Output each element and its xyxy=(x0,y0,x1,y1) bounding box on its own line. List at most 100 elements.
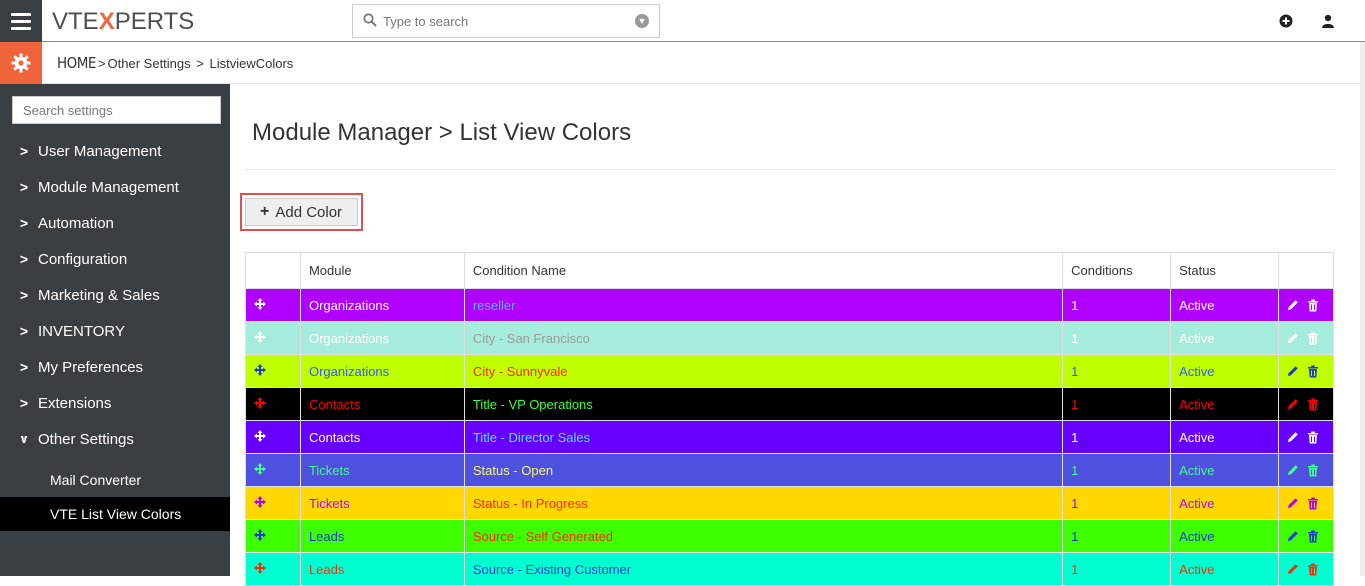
settings-search-input[interactable]: Search settings xyxy=(12,96,221,124)
status-cell: Active xyxy=(1170,486,1279,520)
sidebar-item-extensions[interactable]: > Extensions xyxy=(0,385,230,421)
table-row[interactable]: Tickets Status - In Progress 1 Active xyxy=(245,486,1335,520)
move-icon[interactable] xyxy=(254,330,266,343)
delete-icon[interactable] xyxy=(1307,365,1319,378)
conditions-count-cell: 1 xyxy=(1062,387,1172,421)
edit-icon[interactable] xyxy=(1287,563,1299,575)
status-cell: Active xyxy=(1170,420,1279,454)
column-header-module: Module xyxy=(299,252,465,289)
move-icon[interactable] xyxy=(254,429,266,442)
condition-name-cell: Title - Director Sales xyxy=(463,420,1064,454)
sidebar-item-marketing-sales[interactable]: > Marketing & Sales xyxy=(0,277,230,313)
module-cell: Contacts xyxy=(299,420,465,454)
delete-icon[interactable] xyxy=(1307,299,1319,312)
move-icon[interactable] xyxy=(254,396,266,409)
chevron-right-icon: > xyxy=(19,179,29,195)
move-icon[interactable] xyxy=(254,297,266,310)
breadcrumb-other-settings[interactable]: Other Settings xyxy=(108,56,191,71)
logo[interactable]: VTEXPERTS xyxy=(52,8,194,36)
conditions-count-cell: 1 xyxy=(1062,420,1172,454)
status-cell: Active xyxy=(1170,321,1279,355)
chevron-down-icon[interactable]: ▼ xyxy=(635,14,649,28)
sidebar-item-configuration[interactable]: > Configuration xyxy=(0,241,230,277)
drag-handle-cell xyxy=(245,354,301,388)
move-icon[interactable] xyxy=(254,495,266,508)
sidebar-item-user-management[interactable]: > User Management xyxy=(0,133,230,169)
add-icon[interactable] xyxy=(1279,14,1293,28)
sidebar-item-label: User Management xyxy=(38,142,162,160)
logo-text-pre: VTE xyxy=(52,8,99,35)
move-icon[interactable] xyxy=(254,363,266,376)
delete-icon[interactable] xyxy=(1307,497,1319,510)
main-content: Module Manager > List View Colors + Add … xyxy=(230,84,1360,586)
sidebar-item-label: Extensions xyxy=(38,394,112,412)
list-view-colors-table: Module Condition Name Conditions Status … xyxy=(245,252,1335,586)
delete-icon[interactable] xyxy=(1307,431,1319,444)
chevron-right-icon: > xyxy=(19,395,29,411)
sidebar-item-other-settings[interactable]: ∨ Other Settings xyxy=(0,421,230,457)
sidebar-item-inventory[interactable]: > INVENTORY xyxy=(0,313,230,349)
delete-icon[interactable] xyxy=(1307,563,1319,576)
sidebar-item-automation[interactable]: > Automation xyxy=(0,205,230,241)
edit-icon[interactable] xyxy=(1287,299,1299,311)
chevron-down-icon: ∨ xyxy=(19,432,29,446)
edit-icon[interactable] xyxy=(1287,530,1299,542)
column-header-status: Status xyxy=(1170,252,1279,289)
breadcrumb-current: ListviewColors xyxy=(209,56,294,71)
edit-icon[interactable] xyxy=(1287,431,1299,443)
condition-name-cell: City - San Francisco xyxy=(463,321,1064,355)
table-row[interactable]: Organizations City - San Francisco 1 Active xyxy=(245,321,1335,355)
move-icon[interactable] xyxy=(254,561,266,574)
vertical-scrollbar[interactable] xyxy=(1360,42,1365,576)
module-cell: Organizations xyxy=(299,288,465,322)
drag-handle-cell xyxy=(245,321,301,355)
sidebar-item-module-management[interactable]: > Module Management xyxy=(0,169,230,205)
edit-icon[interactable] xyxy=(1287,365,1299,377)
conditions-count-cell: 1 xyxy=(1062,288,1172,322)
drag-handle-cell xyxy=(245,420,301,454)
edit-icon[interactable] xyxy=(1287,497,1299,509)
table-row[interactable]: Leads Source - Self Generated 1 Active xyxy=(245,519,1335,553)
user-icon[interactable] xyxy=(1321,14,1335,28)
delete-icon[interactable] xyxy=(1307,398,1319,411)
edit-icon[interactable] xyxy=(1287,464,1299,476)
table-row[interactable]: Organizations City - Sunnyvale 1 Active xyxy=(245,354,1335,388)
delete-icon[interactable] xyxy=(1307,332,1319,345)
sidebar-item-label: Module Management xyxy=(38,178,179,196)
chevron-right-icon: > xyxy=(19,287,29,303)
edit-icon[interactable] xyxy=(1287,398,1299,410)
settings-sidebar: Search settings > User Management > Module… xyxy=(0,84,230,576)
settings-gear-icon[interactable] xyxy=(0,42,42,84)
column-header-conditions: Conditions xyxy=(1062,252,1172,289)
table-row[interactable]: Contacts Title - Director Sales 1 Active xyxy=(245,420,1335,454)
breadcrumb-home[interactable]: HOME xyxy=(57,54,96,72)
sidebar-item-label: Configuration xyxy=(38,250,128,268)
sidebar-subitem-vte-list-view-colors[interactable]: VTE List View Colors xyxy=(0,497,230,531)
actions-cell xyxy=(1277,321,1335,355)
actions-cell xyxy=(1277,552,1335,586)
module-cell: Organizations xyxy=(299,354,465,388)
delete-icon[interactable] xyxy=(1307,530,1319,543)
move-icon[interactable] xyxy=(254,462,266,475)
menu-icon[interactable] xyxy=(0,0,42,42)
column-header-condition-name: Condition Name xyxy=(463,252,1064,289)
add-color-button[interactable]: + Add Color xyxy=(245,198,358,226)
condition-name-cell: Source - Self Generated xyxy=(463,519,1064,553)
edit-icon[interactable] xyxy=(1287,332,1299,344)
table-row[interactable]: Leads Source - Existing Customer 1 Active xyxy=(245,552,1335,586)
table-row[interactable]: Organizations reseller 1 Active xyxy=(245,288,1335,322)
delete-icon[interactable] xyxy=(1307,464,1319,477)
actions-cell xyxy=(1277,519,1335,553)
sidebar-item-my-preferences[interactable]: > My Preferences xyxy=(0,349,230,385)
table-row[interactable]: Tickets Status - Open 1 Active xyxy=(245,453,1335,487)
table-row[interactable]: Contacts Title - VP Operations 1 Active xyxy=(245,387,1335,421)
status-cell: Active xyxy=(1170,453,1279,487)
global-search-input[interactable]: Type to search ▼ xyxy=(352,4,660,38)
status-cell: Active xyxy=(1170,354,1279,388)
sidebar-subitem-mail-converter[interactable]: Mail Converter xyxy=(0,463,230,497)
module-cell: Tickets xyxy=(299,486,465,520)
status-cell: Active xyxy=(1170,288,1279,322)
drag-handle-cell xyxy=(245,288,301,322)
table-body: Organizations reseller 1 Active Organization… xyxy=(245,288,1335,586)
move-icon[interactable] xyxy=(254,528,266,541)
